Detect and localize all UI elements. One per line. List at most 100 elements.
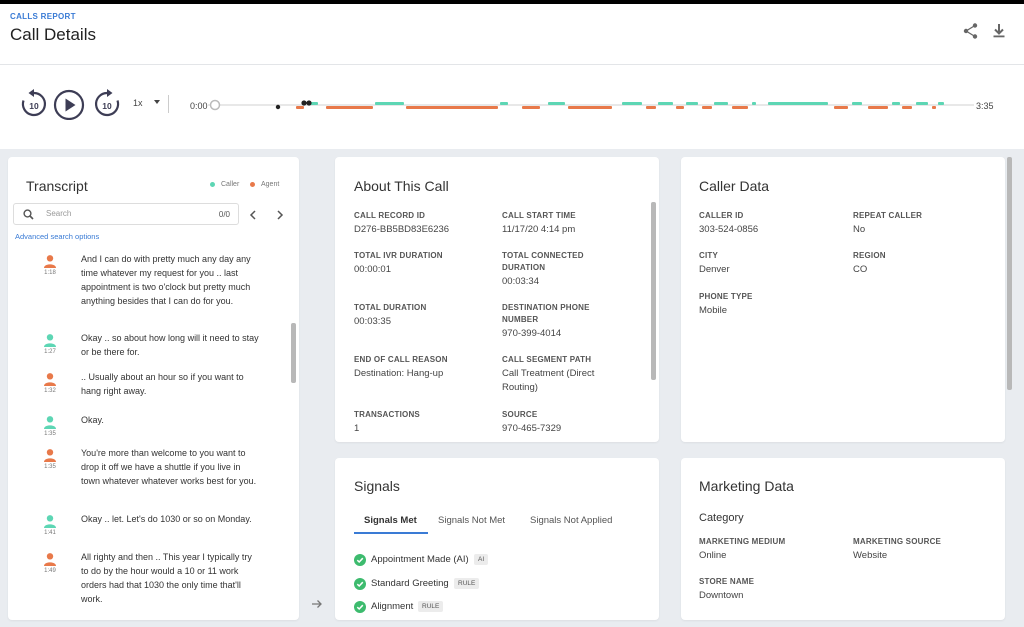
field-value: Denver	[699, 264, 730, 275]
field-value: Website	[853, 550, 888, 561]
timeline-scrubber[interactable]	[209, 99, 221, 111]
caller-legend-dot	[210, 182, 215, 187]
agent-avatar-icon	[43, 448, 57, 462]
download-icon[interactable]	[989, 21, 1009, 41]
check-circle-icon	[354, 577, 366, 590]
check-circle-icon	[354, 553, 366, 566]
signal-tag: RULE	[418, 601, 444, 612]
rewind-10-button[interactable]: 10	[20, 88, 48, 125]
field-label: SOURCE	[502, 410, 538, 419]
timeline-marker[interactable]	[306, 100, 312, 106]
next-result-icon[interactable]	[275, 209, 285, 221]
category-heading: Category	[699, 512, 744, 524]
audio-player: 10 10 1x 0:00 3:35	[0, 64, 1024, 149]
transcript-text: You're more than welcome to you want to …	[81, 448, 257, 486]
agent-avatar-icon	[43, 372, 57, 386]
agent-speech-segment[interactable]	[646, 106, 656, 109]
field-value: Destination: Hang-up	[354, 368, 444, 379]
active-tab-indicator	[354, 532, 428, 534]
transcript-title: Transcript	[26, 178, 88, 194]
transcript-search: 0/0	[13, 203, 239, 225]
playback-speed-select[interactable]: 1x	[133, 98, 143, 108]
field-value: Mobile	[699, 305, 727, 316]
play-button[interactable]	[53, 88, 85, 125]
field-value: 303-524-0856	[699, 224, 759, 235]
agent-speech-segment[interactable]	[568, 106, 612, 109]
transcript-text: All righty and then .. This year I typic…	[81, 552, 252, 604]
share-icon[interactable]	[961, 21, 981, 41]
transcript-timestamp[interactable]: 1:27	[43, 349, 57, 355]
field-label: DESTINATION PHONE NUMBER	[502, 303, 590, 324]
caller-avatar-icon	[43, 333, 57, 347]
caller-speech-segment[interactable]	[916, 102, 928, 105]
caller-speech-segment[interactable]	[622, 102, 642, 105]
timeline-marker[interactable]	[275, 104, 281, 110]
breadcrumb[interactable]: CALLS REPORT	[10, 12, 76, 21]
audio-timeline[interactable]	[208, 95, 974, 115]
field-label: CITY	[699, 251, 719, 260]
transcript-scrollbar[interactable]	[291, 323, 296, 383]
page-scrollbar[interactable]	[1007, 157, 1012, 390]
agent-speech-segment[interactable]	[522, 106, 540, 109]
caller-speech-segment[interactable]	[938, 102, 944, 105]
rewind-10-icon: 10	[21, 89, 46, 117]
transcript-timestamp[interactable]: 1:18	[43, 270, 57, 276]
caller-speech-segment[interactable]	[714, 102, 728, 105]
caller-speech-segment[interactable]	[852, 102, 862, 105]
advanced-search-link[interactable]: Advanced search options	[15, 232, 99, 241]
timeline-marker[interactable]	[301, 100, 307, 106]
field-value: D276-BB5BD83E6236	[354, 224, 450, 235]
previous-result-icon[interactable]	[248, 209, 258, 221]
transcript-timestamp[interactable]: 1:35	[43, 464, 57, 470]
agent-speech-segment[interactable]	[932, 106, 936, 109]
agent-speech-segment[interactable]	[868, 106, 888, 109]
transcript-timestamp[interactable]: 1:35	[43, 431, 57, 437]
marketing-data-title: Marketing Data	[699, 478, 794, 494]
page-title: Call Details	[10, 25, 96, 44]
caller-speech-segment[interactable]	[686, 102, 698, 105]
field-label: TRANSACTIONS	[354, 410, 420, 419]
field-label: REPEAT CALLER	[853, 211, 923, 220]
transcript-timestamp[interactable]: 1:32	[43, 388, 57, 394]
agent-speech-segment[interactable]	[296, 106, 304, 109]
caller-speech-segment[interactable]	[768, 102, 828, 105]
transcript-text: Okay.	[81, 415, 104, 425]
caller-speech-segment[interactable]	[548, 102, 565, 105]
field-value: 11/17/20 4:14 pm	[502, 224, 576, 235]
about-call-scrollbar[interactable]	[651, 202, 656, 380]
signal-label: Alignment	[371, 601, 414, 612]
caller-speech-segment[interactable]	[752, 102, 756, 105]
transcript-timestamp[interactable]: 1:41	[43, 530, 57, 536]
tab-signals-met[interactable]: Signals Met	[364, 515, 417, 526]
forward-10-button[interactable]: 10	[93, 88, 121, 125]
agent-speech-segment[interactable]	[676, 106, 684, 109]
agent-speech-segment[interactable]	[406, 106, 498, 109]
divider	[168, 95, 169, 113]
agent-speech-segment[interactable]	[902, 106, 912, 109]
check-circle-icon	[354, 600, 366, 613]
search-input[interactable]	[46, 209, 206, 218]
caller-speech-segment[interactable]	[500, 102, 508, 105]
transcript-timestamp[interactable]: 1:49	[43, 568, 57, 574]
signal-tag: AI	[474, 554, 489, 565]
caller-speech-segment[interactable]	[892, 102, 900, 105]
forward-10-icon: 10	[95, 89, 120, 117]
field-label: MARKETING SOURCE	[853, 537, 942, 546]
field-value: 00:00:01	[354, 264, 391, 275]
agent-speech-segment[interactable]	[732, 106, 748, 109]
field-value: No	[853, 224, 866, 235]
caller-speech-segment[interactable]	[658, 102, 673, 105]
tab-signals-not-applied[interactable]: Signals Not Applied	[530, 515, 612, 526]
agent-speech-segment[interactable]	[834, 106, 848, 109]
field-value: CO	[853, 264, 868, 275]
chevron-down-icon[interactable]	[154, 100, 160, 104]
caller-legend-label: Caller	[221, 181, 240, 188]
signal-label: Appointment Made (AI)	[371, 554, 469, 565]
agent-speech-segment[interactable]	[702, 106, 712, 109]
caller-avatar-icon	[43, 514, 57, 528]
agent-speech-segment[interactable]	[326, 106, 373, 109]
caller-speech-segment[interactable]	[375, 102, 404, 105]
arrow-right-icon[interactable]	[310, 597, 324, 611]
play-icon	[53, 89, 85, 121]
tab-signals-not-met[interactable]: Signals Not Met	[438, 515, 505, 526]
